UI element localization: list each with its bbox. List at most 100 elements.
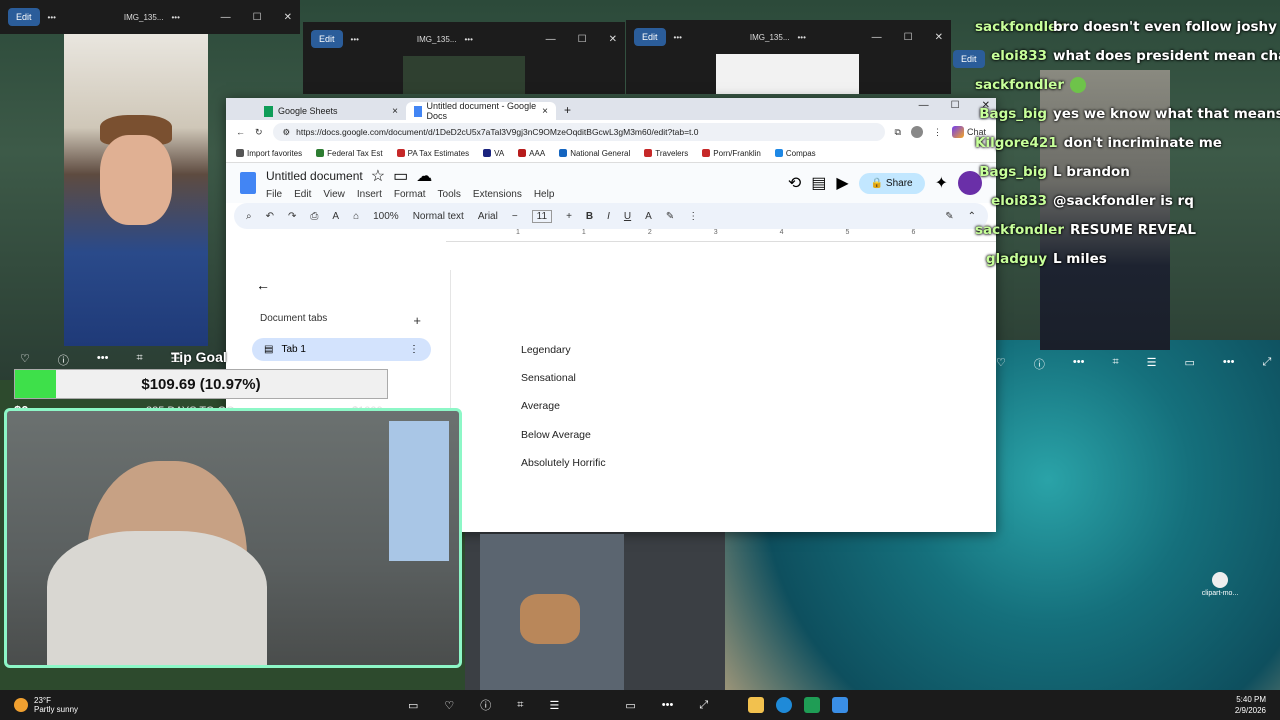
weather-widget[interactable]: 23°F Partly sunny [0,696,374,714]
edge-icon[interactable] [776,697,793,713]
more-icon[interactable]: ••• [1223,356,1235,372]
back-icon[interactable]: ← [236,127,245,137]
spellcheck-icon[interactable]: A [332,211,339,222]
minimize-icon[interactable]: — [546,34,556,45]
edit-button[interactable]: Edit [634,28,666,46]
doc-line[interactable]: Absolutely Horrific [521,457,606,469]
more-icon[interactable]: ••• [674,33,682,42]
tab-options-icon[interactable]: ⋮ [409,344,419,355]
doc-line[interactable]: Sensational [521,372,576,384]
maximize-icon[interactable]: ☐ [951,100,960,111]
bold-icon[interactable]: B [586,211,593,222]
doc-line[interactable]: Average [521,400,560,412]
editing-mode-icon[interactable]: ✎ [945,211,953,222]
document-title[interactable]: Untitled document [266,169,363,183]
search-icon[interactable]: ⌕ [246,211,252,222]
extensions-icon[interactable]: ⧉ [895,127,901,138]
style-select[interactable]: Normal text [413,211,464,222]
site-info-icon[interactable]: ⚙ [283,127,291,138]
more-icon[interactable]: ⋮ [688,211,698,222]
bookmark-travelers[interactable]: Travelers [644,149,688,158]
slideshow-icon[interactable]: ▭ [1185,356,1195,372]
paint-format-icon[interactable]: ⌂ [353,211,359,222]
minimize-icon[interactable]: — [221,12,231,23]
menu-insert[interactable]: Insert [357,189,382,200]
expand-icon[interactable]: ⤢ [1262,356,1271,372]
minimize-icon[interactable]: — [872,32,882,43]
docs-logo-icon[interactable] [240,172,256,194]
menu-edit[interactable]: Edit [294,189,311,200]
gemini-icon[interactable]: ✦ [935,173,948,193]
bookmark-federal-tax[interactable]: Federal Tax Est [316,149,383,158]
close-icon[interactable]: ✕ [935,32,943,43]
bookmark-franklin[interactable]: Porn/Franklin [702,149,761,158]
photo-viewer-window-1[interactable]: Edit ••• IMG_135... ••• — ☐ ✕ [0,0,300,34]
doc-line[interactable]: Legendary [521,344,571,356]
more-icon[interactable]: ••• [798,33,806,42]
desktop-file-icon[interactable]: clipart-mo... [1198,572,1242,597]
crop-icon[interactable]: ⌗ [1112,356,1118,372]
photo-viewer-window-3[interactable]: Edit ••• IMG_135... ••• — ☐ ✕ [626,20,951,94]
meet-icon[interactable]: ▶ [836,173,848,193]
menu-file[interactable]: File [266,189,282,200]
close-tab-icon[interactable]: × [542,106,548,117]
more-icon[interactable]: ••• [172,13,180,22]
reload-icon[interactable]: ↻ [255,127,263,138]
font-size-input[interactable]: 11 [531,209,553,223]
history-icon[interactable]: ⟲ [788,173,801,193]
underline-icon[interactable]: U [624,211,631,222]
heart-icon[interactable]: ♡ [444,699,454,712]
edit-button[interactable]: Edit [311,30,343,48]
italic-icon[interactable]: I [607,211,610,222]
minimize-icon[interactable]: — [919,100,929,111]
close-tab-icon[interactable]: × [392,106,398,117]
menu-view[interactable]: View [323,189,345,200]
photo-viewer-window-2[interactable]: Edit ••• IMG_135... ••• — ☐ ✕ [303,22,625,94]
zoom-select[interactable]: 100% [373,211,399,222]
menu-icon[interactable]: ⋮ [933,127,942,138]
info-icon[interactable]: ⓘ [480,697,491,713]
undo-icon[interactable]: ↶ [266,211,274,222]
info-icon[interactable]: ⓘ [1034,356,1045,372]
maximize-icon[interactable]: ☐ [253,12,262,23]
edit-button[interactable]: Edit [8,8,40,26]
more-icon[interactable]: ••• [48,13,56,22]
slideshow-icon[interactable]: ▭ [625,699,635,712]
redo-icon[interactable]: ↷ [288,211,296,222]
clock[interactable]: 5:40 PM 2/9/2026 [1235,694,1280,716]
maximize-icon[interactable]: ☐ [578,34,587,45]
photos-icon[interactable] [832,697,849,713]
filter-icon[interactable]: ☰ [1147,356,1157,372]
heart-icon[interactable]: ♡ [996,356,1006,372]
decrease-font-icon[interactable]: − [512,211,518,222]
more-icon[interactable]: ••• [1073,356,1085,372]
filter-icon[interactable]: ☰ [549,699,559,712]
doc-line[interactable]: Below Average [521,429,591,441]
bookmark-compas[interactable]: Compas [774,149,816,158]
highlight-icon[interactable]: ✎ [666,211,674,222]
increase-font-icon[interactable]: + [566,211,572,222]
more-icon[interactable]: ••• [351,35,359,44]
add-tab-icon[interactable]: + [413,313,421,328]
maximize-icon[interactable]: ☐ [904,32,913,43]
print-icon[interactable]: ⎙ [310,211,318,222]
share-button[interactable]: 🔒 Share [858,172,925,194]
bookmark-pa-tax[interactable]: PA Tax Estimates [396,149,469,158]
folder-icon[interactable]: ▭ [393,166,408,186]
more-icon[interactable]: ••• [662,699,674,711]
close-icon[interactable]: ✕ [284,12,292,23]
close-icon[interactable]: ✕ [609,34,617,45]
bookmark-national-general[interactable]: National General [559,149,630,158]
font-select[interactable]: Arial [478,211,498,222]
menu-format[interactable]: Format [394,189,426,200]
tab-google-sheets[interactable]: Google Sheets × [256,102,406,120]
menu-tools[interactable]: Tools [438,189,461,200]
more-icon[interactable]: ••• [465,35,473,44]
url-field[interactable]: ⚙ https://docs.google.com/document/d/1DeD… [272,123,885,141]
crop-icon[interactable]: ⌗ [517,699,523,712]
app-icon[interactable] [804,697,821,713]
document-page[interactable]: Legendary Sensational Average Below Aver… [450,270,991,530]
menu-help[interactable]: Help [534,189,555,200]
slideshow-icon[interactable]: ▭ [408,699,418,712]
file-explorer-icon[interactable] [748,697,765,713]
